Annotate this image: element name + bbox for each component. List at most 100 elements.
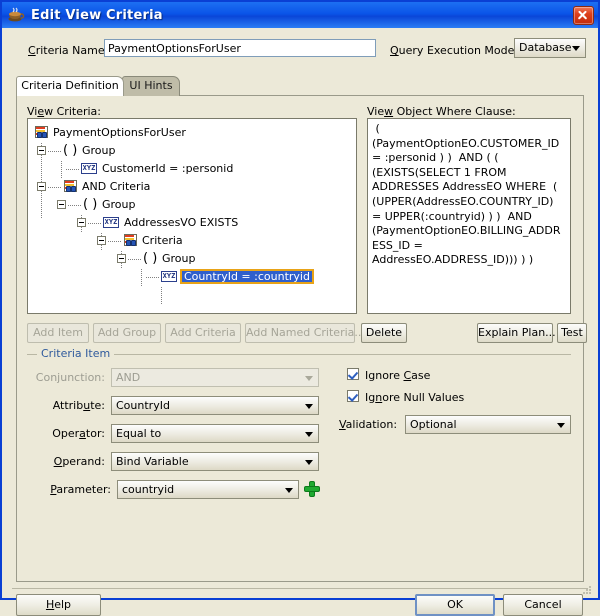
delete-label: Delete	[365, 326, 403, 339]
expander-icon[interactable]	[117, 253, 126, 263]
add-criteria-button[interactable]: Add Criteria	[165, 323, 241, 343]
test-label: Test	[561, 326, 583, 339]
parameter-label: Parameter:	[50, 483, 111, 496]
conjunction-value: AND	[116, 371, 141, 384]
resize-grip-icon[interactable]	[581, 584, 593, 596]
tree-row[interactable]: Criteria	[97, 231, 185, 249]
operator-select[interactable]: Equal to	[111, 424, 319, 443]
chevron-down-icon	[305, 459, 313, 465]
group-parens-icon: ( )	[143, 250, 158, 266]
query-execution-mode-select[interactable]: Database	[514, 38, 586, 58]
query-execution-mode-label-rest: uery Execution Mode:	[398, 44, 519, 57]
tree-row-label: Group	[162, 251, 196, 265]
conjunction-label: Conjunction:	[27, 371, 105, 384]
tree-row-label: AddressesVO EXISTS	[124, 215, 239, 229]
title-bar: Edit View Criteria	[2, 2, 598, 28]
group-parens-icon: ( )	[83, 196, 98, 212]
tree-row-label: AND Criteria	[82, 179, 151, 193]
attribute-xyz-icon: XYZ	[161, 270, 177, 282]
ok-button[interactable]: OK	[415, 594, 495, 616]
tree-connector	[161, 287, 162, 305]
attribute-select[interactable]: CountryId	[111, 396, 319, 415]
ignore-null-values-checkbox[interactable]	[347, 390, 359, 402]
edit-view-criteria-dialog: Edit View Criteria Criteria Name: Query …	[0, 0, 600, 616]
expander-icon[interactable]	[57, 199, 66, 209]
tree-row-label: CountryId = :countryid	[180, 268, 314, 284]
chevron-down-icon	[305, 375, 313, 381]
validation-value: Optional	[410, 418, 457, 431]
view-criteria-tree[interactable]: PaymentOptionsForUser ( ) Group XYZ Cust…	[27, 118, 357, 314]
explain-plan-button[interactable]: Explain Plan...	[477, 323, 556, 343]
add-group-label: Add Group	[97, 326, 157, 339]
explain-plan-label: Explain Plan...	[478, 326, 556, 339]
query-execution-mode-label: Query Execution Mode:	[390, 44, 519, 57]
close-icon[interactable]	[573, 5, 594, 25]
expander-icon[interactable]	[77, 217, 86, 227]
tree-row[interactable]: XYZ CustomerId = :personid	[57, 159, 235, 177]
expander-icon[interactable]	[37, 181, 46, 191]
tree-row-label: Group	[102, 197, 136, 211]
where-clause-label: View Object Where Clause:	[367, 105, 516, 118]
conjunction-label-text: Conjunction:	[35, 371, 105, 384]
where-clause-text: ( (PaymentOptionEO.CUSTOMER_ID = :person…	[367, 118, 571, 314]
add-named-criteria-button[interactable]: Add Named Criteria...	[245, 323, 365, 343]
tree-row-label: CustomerId = :personid	[102, 161, 234, 175]
expander-icon[interactable]	[37, 145, 46, 155]
tree-row[interactable]: ( ) Group	[57, 195, 138, 213]
dialog-client-area: Criteria Name: Query Execution Mode: Dat…	[4, 28, 596, 616]
criteria-item-group: Criteria Item Conjunction: AND Attribute…	[27, 346, 571, 526]
add-item-button[interactable]: Add Item	[27, 323, 89, 343]
tree-row-label: Group	[82, 143, 116, 157]
tree-row[interactable]: ( ) Group	[37, 141, 118, 159]
validation-label: Validation:	[339, 418, 398, 431]
tree-row[interactable]: XYZ AddressesVO EXISTS	[77, 213, 240, 231]
attribute-value: CountryId	[116, 399, 170, 412]
ignore-case-label: Ignore Case	[365, 369, 431, 382]
chevron-down-icon	[305, 403, 313, 409]
cancel-button[interactable]: Cancel	[503, 594, 583, 616]
add-group-button[interactable]: Add Group	[93, 323, 161, 343]
validation-select[interactable]: Optional	[405, 415, 571, 434]
criteria-name-label: Criteria Name:	[28, 44, 109, 57]
ignore-case-checkbox[interactable]	[347, 368, 359, 380]
help-button[interactable]: Help	[16, 594, 101, 616]
chevron-down-icon	[557, 422, 565, 428]
chevron-down-icon	[285, 487, 293, 493]
tab-ui-hints[interactable]: UI Hints	[122, 76, 180, 96]
parameter-value: countryid	[122, 483, 175, 496]
green-plus-icon[interactable]	[305, 482, 319, 496]
view-object-icon	[63, 179, 77, 193]
java-coffee-cup-icon	[7, 6, 25, 24]
add-named-criteria-label: Add Named Criteria...	[246, 326, 365, 339]
operator-value: Equal to	[116, 427, 162, 440]
tab-bar: Criteria Definition UI Hints	[16, 76, 584, 96]
delete-button[interactable]: Delete	[361, 323, 407, 343]
attribute-label: Attribute:	[52, 399, 105, 412]
window-title: Edit View Criteria	[31, 7, 163, 23]
chevron-down-icon	[305, 431, 313, 437]
operand-select[interactable]: Bind Variable	[111, 452, 319, 471]
criteria-item-title: Criteria Item	[37, 347, 115, 360]
group-parens-icon: ( )	[63, 142, 78, 158]
tree-row[interactable]: PaymentOptionsForUser	[34, 123, 188, 141]
tree-row[interactable]: AND Criteria	[37, 177, 152, 195]
test-button[interactable]: Test	[557, 323, 587, 343]
footer-divider	[12, 588, 588, 589]
operand-value: Bind Variable	[116, 455, 189, 468]
criteria-name-input[interactable]	[104, 39, 376, 57]
view-object-icon	[34, 125, 48, 139]
view-object-icon	[123, 233, 137, 247]
ignore-null-values-label: Ignore Null Values	[365, 391, 465, 404]
tree-row-label: PaymentOptionsForUser	[53, 125, 186, 139]
tree-row-selected[interactable]: XYZ CountryId = :countryid	[137, 267, 314, 285]
tree-row[interactable]: ( ) Group	[117, 249, 198, 267]
conjunction-select: AND	[111, 368, 319, 387]
tab-criteria-definition[interactable]: Criteria Definition	[16, 76, 124, 96]
query-execution-mode-value: Database	[519, 41, 572, 54]
add-item-label: Add Item	[33, 326, 83, 339]
tree-row-label: Criteria	[142, 233, 183, 247]
parameter-select[interactable]: countryid	[117, 480, 299, 499]
expander-icon[interactable]	[97, 235, 106, 245]
operator-label: Operator:	[52, 427, 105, 440]
criteria-definition-panel: View Criteria: View Object Where Clause:	[16, 95, 587, 582]
